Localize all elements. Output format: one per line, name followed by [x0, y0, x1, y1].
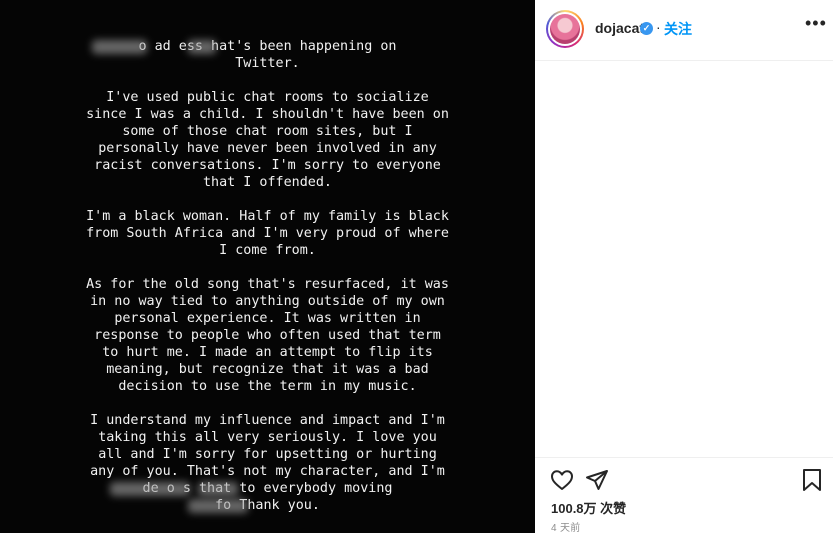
- likes-count[interactable]: 100.8万 次赞: [551, 498, 626, 517]
- statement-paragraph: o ad ess hat's been happening on Twitter…: [139, 39, 397, 71]
- post-header: dojacat ✓ · 关注 •••: [535, 0, 833, 61]
- share-icon[interactable]: [585, 468, 609, 497]
- follow-button[interactable]: 关注: [664, 19, 692, 39]
- bookmark-icon[interactable]: [801, 468, 823, 497]
- post-sidebar: dojacat ✓ · 关注 ••• 100.8万 次赞 4 天前: [535, 0, 833, 534]
- heart-icon[interactable]: [550, 468, 574, 497]
- post-actions: 100.8万 次赞 4 天前: [535, 457, 833, 534]
- instagram-post-view: o ad ess hat's been happening on Twitter…: [0, 0, 833, 534]
- username-link[interactable]: dojacat: [595, 20, 644, 36]
- blur-patch: [198, 482, 238, 496]
- post-timestamp[interactable]: 4 天前: [551, 519, 581, 534]
- blur-patch: [110, 482, 190, 496]
- blur-patch: [92, 40, 147, 54]
- avatar[interactable]: [546, 10, 584, 48]
- blur-patch: [188, 499, 248, 513]
- statement-paragraph: I've used public chat rooms to socialize…: [86, 90, 449, 190]
- more-options-icon[interactable]: •••: [805, 13, 827, 34]
- statement-paragraph: I'm a black woman. Half of my family is …: [86, 209, 449, 258]
- blur-patch: [188, 40, 216, 54]
- post-statement-text: o ad ess hat's been happening on Twitter…: [0, 38, 535, 531]
- post-image[interactable]: o ad ess hat's been happening on Twitter…: [0, 0, 535, 533]
- statement-paragraph: As for the old song that's resurfaced, i…: [86, 277, 449, 394]
- verified-badge-icon: ✓: [640, 22, 653, 35]
- separator-dot: ·: [656, 19, 661, 35]
- statement-paragraph: I understand my influence and impact and…: [90, 413, 445, 513]
